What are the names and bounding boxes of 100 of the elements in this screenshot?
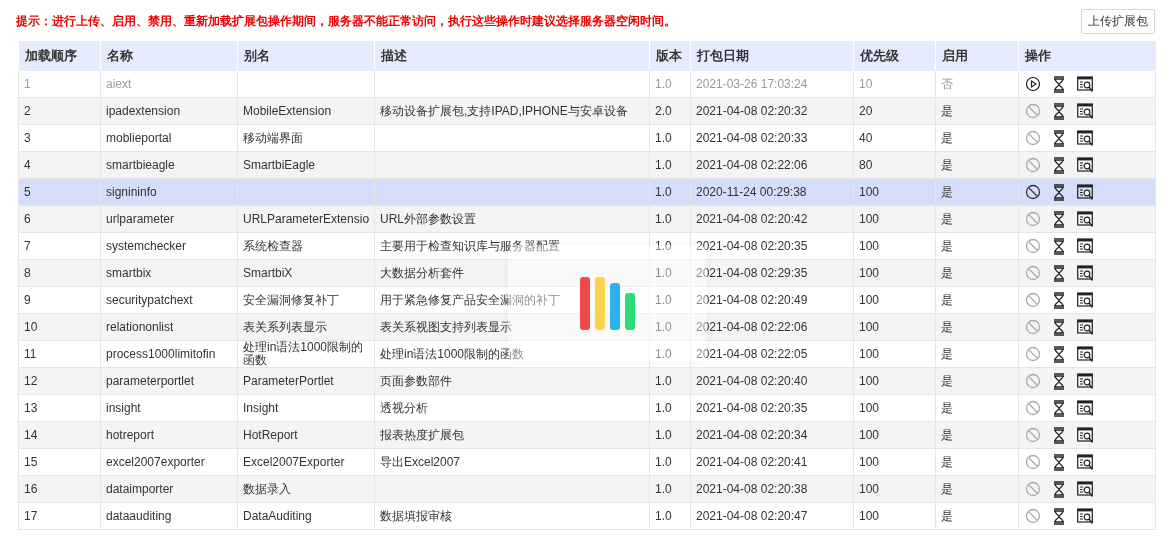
priority-cell: 100 (859, 481, 880, 496)
log-search-icon[interactable] (1077, 480, 1094, 498)
hourglass-icon[interactable] (1053, 102, 1065, 120)
hourglass-icon[interactable] (1053, 75, 1065, 93)
name-cell: relationonlist (106, 319, 174, 334)
hourglass-icon[interactable] (1053, 156, 1065, 174)
log-search-icon[interactable] (1077, 183, 1094, 201)
name-cell: insight (106, 400, 141, 415)
alias-cell: SmartbiX (243, 265, 293, 280)
hourglass-icon[interactable] (1053, 237, 1065, 255)
priority-cell: 100 (859, 211, 880, 226)
log-search-icon[interactable] (1077, 345, 1094, 363)
hourglass-icon[interactable] (1053, 480, 1065, 498)
date-cell: 2021-04-08 02:20:38 (696, 481, 808, 496)
enabled-cell: 是 (941, 427, 953, 442)
log-search-icon[interactable] (1077, 399, 1094, 417)
description-cell: URL外部参数设置 (380, 211, 476, 226)
order-cell: 5 (24, 184, 31, 199)
log-search-icon[interactable] (1077, 291, 1094, 309)
version-cell: 1.0 (655, 76, 672, 91)
log-search-icon[interactable] (1077, 453, 1094, 471)
play-icon[interactable] (1025, 76, 1041, 92)
hourglass-icon[interactable] (1053, 318, 1065, 336)
log-search-icon[interactable] (1077, 318, 1094, 336)
version-cell: 1.0 (655, 211, 672, 226)
date-cell: 2021-04-08 02:20:47 (696, 508, 808, 523)
log-search-icon[interactable] (1077, 372, 1094, 390)
hourglass-icon[interactable] (1053, 507, 1065, 525)
column-header: 操作 (1018, 41, 1156, 71)
alias-cell: ParameterPortlet (243, 373, 334, 388)
hourglass-icon[interactable] (1053, 372, 1065, 390)
upload-button[interactable]: 上传扩展包 (1081, 8, 1155, 34)
log-search-icon[interactable] (1077, 156, 1094, 174)
column-header: 打包日期 (690, 41, 854, 71)
priority-cell: 100 (859, 427, 880, 442)
enabled-cell: 是 (941, 184, 953, 199)
hourglass-icon[interactable] (1053, 426, 1065, 444)
version-cell: 1.0 (655, 481, 672, 496)
log-search-icon[interactable] (1077, 264, 1094, 282)
version-cell: 1.0 (655, 427, 672, 442)
table-row[interactable]: 3 moblieportal 移动端界面 1.0 2021-04-08 02:20:33 40 是 (18, 124, 1156, 152)
disable-icon[interactable] (1025, 184, 1041, 200)
table-row[interactable]: 4 smartbieagle SmartbiEagle 1.0 2021-04-08 02:22:06 80 是 (18, 151, 1156, 179)
table-row[interactable]: 6 urlparameter URLParameterExtensio URL外部参数设置 1.0 2021-04-08 02:20:42 100 是 (18, 205, 1156, 233)
alias-cell: 表关系列表显示 (243, 319, 327, 334)
table-row[interactable]: 5 signininfo 1.0 2020-11-24 00:29:38 100 是 (18, 178, 1156, 206)
table-row[interactable]: 10 relationonlist 表关系列表显示 表关系视图支持列表显示 1.0 2021-04-08 02:22:06 100 是 (18, 313, 1156, 341)
name-cell: dataauditing (106, 508, 172, 523)
hourglass-icon[interactable] (1053, 291, 1065, 309)
table-row[interactable]: 14 hotreport HotReport 报表热度扩展包 1.0 2021-04-08 02:20:34 100 是 (18, 421, 1156, 449)
alias-cell: DataAuditing (243, 508, 312, 523)
table-row[interactable]: 8 smartbix SmartbiX 大数据分析套件 1.0 2021-04-08 02:29:35 100 是 (18, 259, 1156, 287)
date-cell: 2021-04-08 02:20:33 (696, 130, 808, 145)
hourglass-icon[interactable] (1053, 129, 1065, 147)
table-row[interactable]: 13 insight Insight 透视分析 1.0 2021-04-08 02:20:35 100 是 (18, 394, 1156, 422)
hourglass-icon[interactable] (1053, 453, 1065, 471)
warning-notice: 提示：进行上传、启用、禁用、重新加载扩展包操作期间，服务器不能正常访问，执行这些操作时建议选择服务器空闲时间。 (16, 12, 676, 30)
log-search-icon[interactable] (1077, 426, 1094, 444)
hourglass-icon[interactable] (1053, 183, 1065, 201)
date-cell: 2020-11-24 00:29:38 (696, 184, 807, 199)
column-header: 优先级 (853, 41, 936, 71)
table-row[interactable]: 7 systemchecker 系统检查器 主要用于检查知识库与服务器配置 1.0 2021-04-08 02:20:35 100 是 (18, 232, 1156, 260)
log-search-icon[interactable] (1077, 507, 1094, 525)
description-cell: 导出Excel2007 (380, 454, 461, 469)
order-cell: 1 (24, 76, 31, 91)
enabled-cell: 是 (941, 211, 953, 226)
priority-cell: 100 (859, 346, 880, 361)
column-header: 名称 (100, 41, 238, 71)
name-cell: smartbix (106, 265, 152, 280)
log-search-icon[interactable] (1077, 237, 1094, 255)
column-header: 版本 (649, 41, 691, 71)
enabled-cell: 是 (941, 400, 953, 415)
table-row[interactable]: 17 dataauditing DataAuditing 数据填报审核 1.0 2021-04-08 02:20:47 100 是 (18, 502, 1156, 530)
log-search-icon[interactable] (1077, 102, 1094, 120)
description-cell: 大数据分析套件 (380, 265, 464, 280)
alias-cell: Insight (243, 400, 279, 415)
description-cell: 移动设备扩展包,支持IPAD,IPHONE与安卓设备 (380, 103, 628, 118)
description-cell: 处理in语法1000限制的函数 (380, 346, 525, 361)
hourglass-icon[interactable] (1053, 264, 1065, 282)
table-row[interactable]: 11 process1000limitofin 处理in语法1000限制的函数 处理in语法1000限制的函数 1.0 2021-04-08 02:22:05 100 是 (18, 340, 1156, 368)
enabled-cell: 是 (941, 346, 953, 361)
alias-cell: 移动端界面 (243, 130, 303, 145)
date-cell: 2021-04-08 02:20:41 (696, 454, 808, 469)
enabled-cell: 是 (941, 157, 953, 172)
log-search-icon[interactable] (1077, 210, 1094, 228)
table-row[interactable]: 15 excel2007exporter Excel2007Exporter 导出Excel2007 1.0 2021-04-08 02:20:41 100 是 (18, 448, 1156, 476)
table-row[interactable]: 12 parameterportlet ParameterPortlet 页面参数部件 1.0 2021-04-08 02:20:40 100 是 (18, 367, 1156, 395)
log-search-icon[interactable] (1077, 75, 1094, 93)
table-row[interactable]: 2 ipadextension MobileExtension 移动设备扩展包,支持IPAD,IPHONE与安卓设备 2.0 2021-04-08 02:20:32 20 是 (18, 97, 1156, 125)
name-cell: signininfo (106, 184, 157, 199)
table-row[interactable]: 16 dataimporter 数据录入 1.0 2021-04-08 02:20:38 100 是 (18, 475, 1156, 503)
priority-cell: 100 (859, 238, 880, 253)
name-cell: hotreport (106, 427, 155, 442)
priority-cell: 80 (859, 157, 873, 172)
version-cell: 1.0 (655, 184, 672, 199)
log-search-icon[interactable] (1077, 129, 1094, 147)
hourglass-icon[interactable] (1053, 399, 1065, 417)
hourglass-icon[interactable] (1053, 345, 1065, 363)
hourglass-icon[interactable] (1053, 210, 1065, 228)
enabled-cell: 是 (941, 508, 953, 523)
